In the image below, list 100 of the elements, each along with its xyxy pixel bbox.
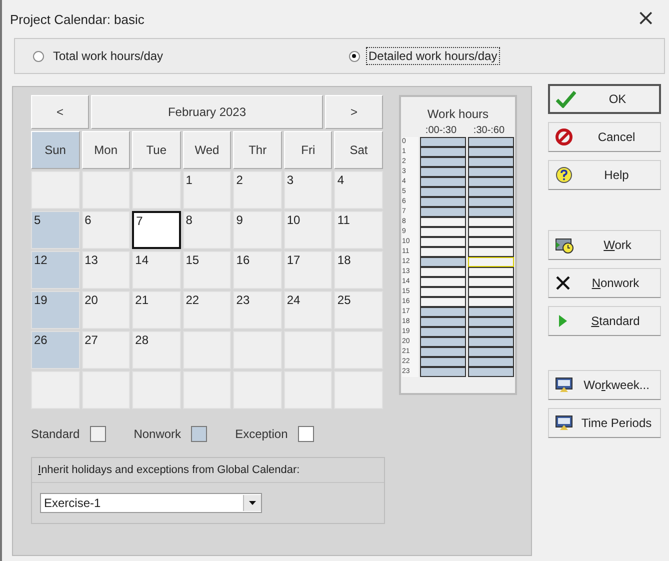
day-cell[interactable] (132, 171, 181, 209)
hour-slot[interactable] (468, 217, 514, 227)
hour-slot[interactable] (420, 297, 466, 307)
hour-slot[interactable] (420, 177, 466, 187)
day-cell[interactable]: 16 (233, 251, 282, 289)
day-cell[interactable] (334, 331, 383, 369)
dialog-button[interactable]: OK (548, 84, 661, 114)
day-cell[interactable] (284, 331, 332, 369)
hour-slot[interactable] (468, 337, 514, 347)
hour-slot[interactable] (420, 277, 466, 287)
hour-slot[interactable] (468, 227, 514, 237)
day-cell[interactable]: 3 (284, 171, 332, 209)
hour-slot[interactable] (420, 287, 466, 297)
hour-slot[interactable] (420, 337, 466, 347)
hour-slot[interactable] (468, 157, 514, 167)
weekday-header[interactable]: Mon (82, 131, 130, 169)
radio-button[interactable] (348, 50, 360, 62)
day-cell[interactable] (233, 331, 282, 369)
hour-slot[interactable] (420, 197, 466, 207)
hour-slot[interactable] (468, 247, 514, 257)
hour-slot[interactable] (420, 207, 466, 217)
hour-slot[interactable] (420, 157, 466, 167)
hour-slot[interactable] (420, 217, 466, 227)
dialog-button[interactable]: Nonwork (548, 268, 661, 298)
close-button[interactable]: × (632, 8, 659, 30)
hour-slot[interactable] (468, 137, 514, 147)
day-cell[interactable]: 28 (132, 331, 181, 369)
day-cell[interactable] (233, 371, 282, 409)
day-cell[interactable] (132, 371, 181, 409)
hour-slot[interactable] (468, 327, 514, 337)
radio-label[interactable]: Detailed work hours/day (366, 47, 500, 65)
day-cell[interactable] (182, 331, 232, 369)
hour-slot[interactable] (468, 177, 514, 187)
day-cell[interactable] (31, 371, 80, 409)
hour-slot[interactable] (420, 167, 466, 177)
day-cell[interactable]: 1 (182, 171, 232, 209)
hour-slot[interactable] (468, 357, 514, 367)
hour-slot[interactable] (420, 227, 466, 237)
day-cell[interactable] (334, 371, 383, 409)
hour-slot[interactable] (468, 207, 514, 217)
day-cell[interactable]: 5 (31, 211, 80, 249)
hour-slot[interactable] (420, 317, 466, 327)
weekday-header[interactable]: Fri (284, 131, 332, 169)
day-cell[interactable]: 11 (334, 211, 383, 249)
day-cell[interactable] (31, 171, 80, 209)
day-cell[interactable]: 23 (233, 291, 282, 329)
day-cell[interactable]: 25 (334, 291, 383, 329)
hour-slot[interactable] (468, 167, 514, 177)
day-cell[interactable]: 21 (132, 291, 181, 329)
day-cell[interactable]: 12 (31, 251, 80, 289)
hour-slot[interactable] (468, 147, 514, 157)
day-cell[interactable] (82, 171, 130, 209)
day-cell[interactable]: 2 (233, 171, 282, 209)
day-cell[interactable]: 19 (31, 291, 80, 329)
hour-slot[interactable] (468, 277, 514, 287)
day-cell[interactable]: 13 (82, 251, 130, 289)
hour-slot[interactable] (420, 187, 466, 197)
day-cell[interactable]: 22 (182, 291, 232, 329)
day-cell[interactable] (182, 371, 232, 409)
weekday-header[interactable]: Sat (334, 131, 383, 169)
day-cell[interactable]: 8 (182, 211, 232, 249)
radio-button[interactable] (33, 50, 44, 62)
day-cell[interactable]: 17 (284, 251, 332, 289)
day-cell[interactable]: 27 (82, 331, 130, 369)
dialog-button[interactable]: Workweek... (548, 370, 661, 400)
hour-slot[interactable] (468, 287, 514, 297)
dialog-button[interactable]: Standard (548, 306, 661, 336)
day-cell[interactable]: 24 (284, 291, 332, 329)
day-cell[interactable]: 26 (31, 331, 80, 369)
day-cell[interactable] (284, 371, 332, 409)
radio-label[interactable]: Total work hours/day (50, 47, 166, 65)
hour-slot[interactable] (468, 237, 514, 247)
hour-slot[interactable] (420, 367, 466, 377)
next-month-button[interactable]: > (325, 95, 383, 129)
weekday-header[interactable]: Wed (182, 131, 232, 169)
hour-slot[interactable] (420, 327, 466, 337)
hour-slot[interactable] (468, 317, 514, 327)
hour-slot[interactable] (420, 347, 466, 357)
weekday-header[interactable]: Thr (233, 131, 282, 169)
dialog-button[interactable]: Help (548, 160, 661, 190)
hour-slot[interactable] (420, 307, 466, 317)
weekday-header[interactable]: Tue (132, 131, 181, 169)
hour-slot[interactable] (420, 137, 466, 147)
day-cell[interactable] (82, 371, 130, 409)
hour-slot[interactable] (468, 367, 514, 377)
calendar-dropdown[interactable]: Exercise-1 (40, 493, 262, 513)
day-cell[interactable]: 10 (284, 211, 332, 249)
day-cell[interactable]: 15 (182, 251, 232, 289)
hour-slot[interactable] (420, 237, 466, 247)
day-cell[interactable]: 6 (82, 211, 130, 249)
hour-slot[interactable] (420, 267, 466, 277)
day-cell[interactable]: 7 (132, 211, 181, 249)
weekday-header[interactable]: Sun (31, 131, 80, 169)
hour-slot[interactable] (468, 187, 514, 197)
hour-slot[interactable] (468, 347, 514, 357)
dialog-button[interactable]: Work (548, 230, 661, 260)
hour-slot[interactable] (420, 357, 466, 367)
dialog-button[interactable]: Time Periods (548, 408, 661, 438)
hour-slot[interactable] (468, 297, 514, 307)
hour-slot[interactable] (420, 147, 466, 157)
